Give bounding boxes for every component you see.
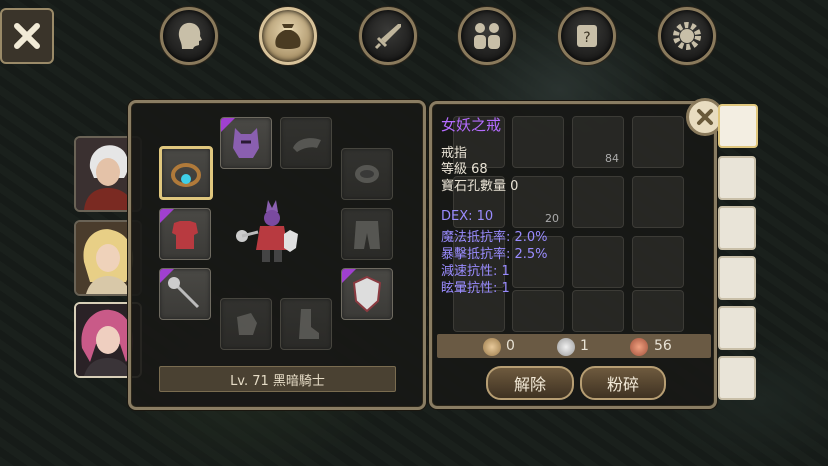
cape-icon <box>293 138 321 152</box>
close-menu-button[interactable] <box>0 8 54 64</box>
boots-icon <box>299 309 319 339</box>
inventory-slot[interactable] <box>632 290 684 332</box>
pants-icon <box>354 221 380 249</box>
boots-slot[interactable] <box>280 298 332 350</box>
inventory-slot[interactable]: 20 <box>512 176 564 228</box>
quest-tab-button[interactable]: ? <box>558 7 616 65</box>
bag-tab-3[interactable] <box>718 206 756 250</box>
silver-amount: 1 <box>580 338 589 354</box>
gold-amount: 0 <box>506 338 515 354</box>
gear-icon <box>673 22 701 50</box>
inventory-slot[interactable]: 84 <box>572 116 624 168</box>
bag-tab-5[interactable] <box>718 306 756 350</box>
rarity-marker <box>160 209 174 223</box>
inventory-slot[interactable] <box>632 116 684 168</box>
helmet-slot[interactable] <box>220 117 272 169</box>
inventory-slot[interactable] <box>572 290 624 332</box>
rarity-marker <box>160 269 174 283</box>
settings-tab-button[interactable] <box>658 7 716 65</box>
smash-button[interactable]: 粉碎 <box>580 366 666 400</box>
sword-icon <box>374 24 401 50</box>
inventory-slot[interactable] <box>572 236 624 288</box>
earring-icon <box>355 165 379 183</box>
bag-tab-4[interactable] <box>718 256 756 300</box>
item-count: 20 <box>545 212 559 225</box>
close-icon <box>14 23 40 49</box>
bag-tab-2[interactable] <box>718 156 756 200</box>
head-profile-icon <box>178 22 202 49</box>
close-icon <box>697 109 713 125</box>
gold-coin-icon <box>483 338 501 356</box>
item-name: 女妖之戒 <box>441 116 502 134</box>
skills-tab-button[interactable] <box>359 7 417 65</box>
inventory-slot[interactable] <box>512 290 564 332</box>
earring-slot[interactable] <box>341 148 393 200</box>
inventory-slot[interactable] <box>572 176 624 228</box>
bronze-amount: 56 <box>654 338 672 354</box>
shield-slot[interactable] <box>341 268 393 320</box>
inventory-slot[interactable] <box>512 116 564 168</box>
item-count: 84 <box>605 152 619 165</box>
ring-slot-selected[interactable] <box>159 146 213 200</box>
ring-icon <box>171 163 201 187</box>
inventory-slot[interactable] <box>632 236 684 288</box>
party-tab-button[interactable] <box>458 7 516 65</box>
armor-slot[interactable] <box>159 208 211 260</box>
rarity-marker <box>221 118 235 132</box>
bag-icon <box>275 24 301 49</box>
rarity-marker <box>342 269 356 283</box>
pants-slot[interactable] <box>341 208 393 260</box>
item-stat-dex: DEX: 10 <box>441 209 494 224</box>
weapon-slot[interactable] <box>159 268 211 320</box>
bronze-coin-icon <box>630 338 648 356</box>
bag-search-tab[interactable] <box>718 356 756 400</box>
quest-scroll-icon: ? <box>577 25 597 47</box>
character-level-class-label: Lv. 71 黑暗騎士 <box>159 366 396 392</box>
character-tab-button[interactable] <box>160 7 218 65</box>
inventory-slot[interactable] <box>632 176 684 228</box>
cape-slot[interactable] <box>280 117 332 169</box>
silver-coin-icon <box>557 338 575 356</box>
inventory-slot[interactable] <box>453 290 505 332</box>
party-icon <box>474 23 500 49</box>
bag-tab-1[interactable] <box>718 104 758 148</box>
item-gem-slots: 寶石孔數量 0 <box>441 179 519 194</box>
item-stat-stun-resist: 眩暈抗性: 1 <box>441 281 510 296</box>
svg-text:?: ? <box>583 30 590 46</box>
inventory-tab-button[interactable] <box>259 7 317 65</box>
unequip-button[interactable]: 解除 <box>486 366 574 400</box>
gloves-icon <box>237 313 257 335</box>
gloves-slot[interactable] <box>220 298 272 350</box>
character-sprite <box>236 200 298 262</box>
